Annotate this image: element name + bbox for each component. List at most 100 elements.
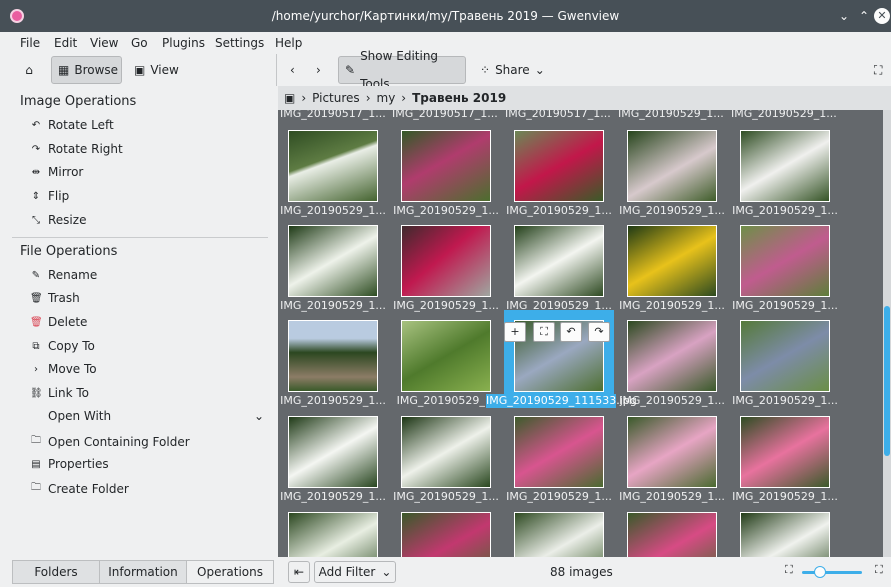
- forward-button[interactable]: ›: [310, 56, 327, 84]
- browse-button[interactable]: ▦ Browse: [51, 56, 122, 84]
- thumbnail-item[interactable]: IMG_20190529_1...: [391, 406, 501, 503]
- fullscreen-icon: ⛶: [874, 63, 883, 77]
- rotate-left-action[interactable]: ↶ Rotate Left: [30, 118, 114, 132]
- thumbnail-item[interactable]: IMG_20190529_1...: [730, 406, 840, 503]
- thumbnail-item[interactable]: IMG_20190529_1...: [391, 120, 501, 217]
- thumbnail-item[interactable]: [504, 502, 614, 557]
- grid-scrollbar[interactable]: [883, 110, 891, 557]
- rotate-right-icon: ↷: [31, 143, 41, 155]
- breadcrumb: ▣ › Pictures › my › Травень 2019: [278, 86, 891, 110]
- thumbnail-item[interactable]: IMG_20190529_1...: [278, 310, 388, 407]
- breadcrumb-pictures[interactable]: Pictures: [312, 91, 360, 105]
- thumbnail-item[interactable]: [617, 502, 727, 557]
- places-icon[interactable]: ▣: [284, 91, 295, 105]
- section-divider: [12, 237, 268, 238]
- thumbnail-item[interactable]: IMG_20190529_1...: [617, 120, 727, 217]
- flip-action[interactable]: ⇕ Flip: [30, 189, 69, 203]
- browse-icon: ▦: [58, 63, 70, 77]
- thumbnail-item[interactable]: [730, 502, 840, 557]
- thumbnail-item[interactable]: IMG_20190529_1...: [730, 120, 840, 217]
- rotate-right-action[interactable]: ↷ Rotate Right: [30, 142, 123, 156]
- thumbnail-item-selected[interactable]: + ⛶ ↶ ↷: [504, 310, 614, 406]
- thumbnail-item[interactable]: IMG_20190529_1.: [391, 310, 501, 407]
- thumbnail-item[interactable]: [278, 502, 388, 557]
- thumbnail-item[interactable]: [391, 502, 501, 557]
- zoom-full-icon[interactable]: ⛶: [875, 563, 883, 577]
- thumbnail-image: [401, 320, 491, 392]
- tab-operations[interactable]: Operations: [187, 561, 273, 583]
- minimize-icon[interactable]: ⌄: [836, 8, 852, 24]
- breadcrumb-current[interactable]: Травень 2019: [412, 91, 506, 105]
- zoom-slider-handle[interactable]: [814, 566, 826, 578]
- mirror-action[interactable]: ⇹ Mirror: [30, 165, 84, 179]
- scrollbar-thumb[interactable]: [884, 306, 890, 456]
- thumbnail-item[interactable]: IMG_20190529_1...: [730, 215, 840, 312]
- thumbnail-image: [740, 416, 830, 488]
- thumbnail-item[interactable]: IMG_20190529_1...: [617, 310, 727, 407]
- thumbnail-image: [288, 225, 378, 297]
- top-row-labels: IMG_20190517_1... IMG_20190517_1... IMG_…: [280, 110, 837, 120]
- create-folder-icon: 🗀: [31, 482, 41, 493]
- trash-action[interactable]: 🗑 Trash: [30, 291, 80, 305]
- show-editing-tools-button[interactable]: ✎ Show Editing Tools: [338, 49, 466, 91]
- create-folder-action[interactable]: 🗀 Create Folder: [30, 480, 129, 497]
- copy-to-action[interactable]: ⧉ Copy To: [30, 339, 94, 353]
- thumbnail-item[interactable]: IMG_20190529_1...: [278, 120, 388, 217]
- home-icon: ⌂: [25, 63, 33, 77]
- thumbnail-grid[interactable]: IMG_20190517_1... IMG_20190517_1... IMG_…: [278, 110, 883, 557]
- thumbnail-image: [401, 225, 491, 297]
- breadcrumb-my[interactable]: my: [377, 91, 396, 105]
- delete-action[interactable]: 🗑 Delete: [30, 315, 87, 329]
- menu-plugins[interactable]: Plugins: [162, 36, 205, 50]
- thumbnail-item[interactable]: IMG_20190529_1...: [391, 215, 501, 312]
- zoom-slider-track[interactable]: [802, 571, 862, 574]
- share-button[interactable]: ⁘ Share ⌄: [474, 56, 551, 84]
- rename-action[interactable]: ✎ Rename: [30, 268, 97, 282]
- open-containing-folder-action[interactable]: 🗀 Open Containing Folder: [30, 433, 190, 450]
- folder-open-icon: 🗀: [31, 435, 41, 446]
- menu-file[interactable]: File: [20, 36, 40, 50]
- view-icon: ▣: [134, 63, 146, 77]
- thumbnail-image: [288, 320, 378, 392]
- thumbnail-image: [401, 130, 491, 202]
- thumbnail-item[interactable]: IMG_20190529_1...: [504, 215, 614, 312]
- fullscreen-thumb-button[interactable]: ⛶: [533, 322, 555, 342]
- home-button[interactable]: ⌂: [14, 56, 44, 84]
- rotate-left-icon: ↶: [31, 119, 41, 131]
- thumbnail-item[interactable]: IMG_20190529_1...: [504, 120, 614, 217]
- tab-information[interactable]: Information: [100, 561, 187, 583]
- thumbnail-item[interactable]: IMG_20190529_1...: [278, 215, 388, 312]
- tab-folders[interactable]: Folders: [13, 561, 100, 583]
- thumbnail-item[interactable]: IMG_20190529_1...: [617, 406, 727, 503]
- rotate-right-icon: ↷: [594, 325, 604, 338]
- view-button[interactable]: ▣ View: [128, 56, 185, 84]
- thumbnail-image: [514, 512, 604, 557]
- menu-settings[interactable]: Settings: [215, 36, 264, 50]
- menu-view[interactable]: View: [90, 36, 118, 50]
- thumbnail-image: [740, 130, 830, 202]
- toggle-sidebar-button[interactable]: ⇤: [288, 561, 310, 583]
- zoom-fit-icon[interactable]: ⛶: [785, 563, 793, 577]
- properties-action[interactable]: ▤ Properties: [30, 457, 108, 471]
- resize-action[interactable]: ⤡ Resize: [30, 213, 86, 227]
- rotate-left-thumb-button[interactable]: ↶: [560, 322, 582, 342]
- menu-go[interactable]: Go: [131, 36, 148, 50]
- select-toggle-button[interactable]: +: [504, 322, 526, 342]
- thumbnail-item[interactable]: IMG_20190529_1...: [617, 215, 727, 312]
- thumbnail-item[interactable]: IMG_20190529_1...: [504, 406, 614, 503]
- fullscreen-button[interactable]: ⛶: [868, 56, 888, 84]
- menu-help[interactable]: Help: [275, 36, 302, 50]
- open-with-action[interactable]: Open With ⌄: [48, 409, 264, 423]
- delete-icon: 🗑: [30, 316, 43, 328]
- thumbnail-item[interactable]: IMG_20190529_1...: [730, 310, 840, 407]
- rotate-right-thumb-button[interactable]: ↷: [588, 322, 610, 342]
- chevron-left-icon: ‹: [290, 63, 295, 77]
- add-filter-button[interactable]: Add Filter ⌄: [314, 561, 396, 583]
- move-to-action[interactable]: › Move To: [30, 362, 97, 376]
- close-icon[interactable]: ✕: [874, 8, 890, 24]
- back-button[interactable]: ‹: [284, 56, 301, 84]
- maximize-icon[interactable]: ⌃: [856, 8, 872, 24]
- thumbnail-item[interactable]: IMG_20190529_1...: [278, 406, 388, 503]
- link-to-action[interactable]: ⛓ Link To: [30, 386, 89, 400]
- menu-edit[interactable]: Edit: [54, 36, 77, 50]
